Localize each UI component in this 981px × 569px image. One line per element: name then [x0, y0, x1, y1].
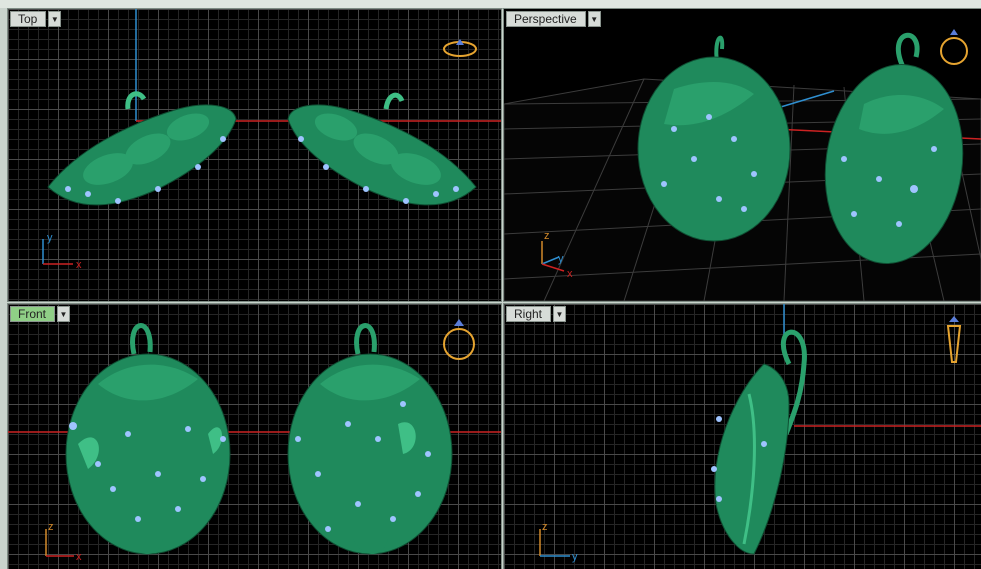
axis-triad: y x — [42, 232, 82, 271]
title-strip — [0, 0, 981, 9]
ring-view-icon[interactable] — [443, 319, 475, 360]
axis-label-y: y — [572, 551, 578, 563]
viewport-title[interactable]: Right — [506, 306, 552, 322]
earring-right-top — [287, 92, 477, 206]
viewport-right[interactable]: Right ▼ z y — [503, 303, 981, 569]
ring-view-icon[interactable] — [443, 39, 477, 57]
viewport-label-top[interactable]: Top ▼ — [10, 11, 62, 27]
viewport-label-front[interactable]: Front ▼ — [10, 306, 71, 322]
viewport-front[interactable]: Front ▼ z x — [7, 303, 502, 569]
viewport-perspective[interactable]: Perspective ▼ z y x — [503, 8, 981, 302]
viewport-top[interactable]: Top ▼ y x — [7, 8, 502, 302]
earring-left-front — [65, 323, 231, 555]
earring-left-top — [47, 91, 237, 206]
viewport-label-perspective[interactable]: Perspective ▼ — [506, 11, 601, 27]
model-render: y x — [42, 9, 501, 271]
viewport-title[interactable]: Front — [10, 306, 56, 322]
axis-label-z: z — [544, 230, 550, 242]
earring-right-front — [287, 323, 453, 555]
axis-label-x: x — [76, 259, 82, 271]
axis-triad: z x — [45, 521, 82, 563]
viewport-menu-arrow-icon[interactable]: ▼ — [553, 306, 567, 322]
viewport-menu-arrow-icon[interactable]: ▼ — [57, 306, 71, 322]
axis-label-y: y — [47, 232, 53, 244]
side-strip — [0, 8, 7, 569]
model-render: z y x — [504, 29, 981, 301]
axis-label-x: x — [567, 268, 573, 280]
ring-view-icon[interactable] — [940, 29, 968, 65]
viewport-title[interactable]: Perspective — [506, 11, 586, 27]
axis-label-z: z — [542, 521, 548, 533]
axis-label-x: x — [76, 551, 82, 563]
axis-label-z: z — [48, 521, 54, 533]
axis-triad: z y — [539, 521, 578, 563]
viewport-label-right[interactable]: Right ▼ — [506, 306, 567, 322]
viewport-title[interactable]: Top — [10, 11, 47, 27]
model-render: z x — [8, 319, 501, 563]
axis-label-y: y — [558, 253, 564, 265]
viewport-menu-arrow-icon[interactable]: ▼ — [48, 11, 62, 27]
earring-left-perspective — [637, 35, 791, 242]
viewport-menu-arrow-icon[interactable]: ▼ — [587, 11, 601, 27]
earring-side-view — [711, 329, 807, 555]
model-render: z y — [539, 304, 981, 563]
ring-view-icon[interactable] — [946, 316, 962, 363]
